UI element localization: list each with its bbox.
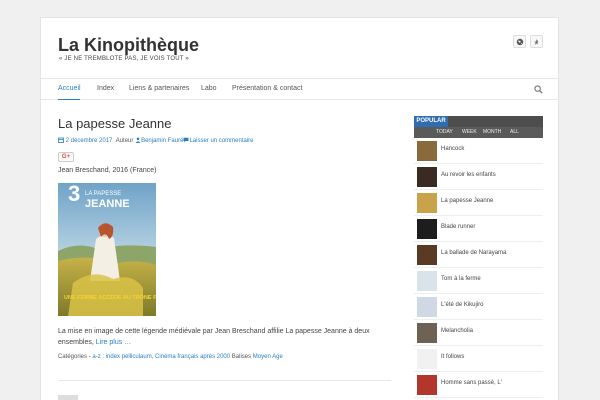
popular-thumbnail[interactable] — [417, 271, 437, 291]
post-separator — [58, 380, 391, 381]
popular-list: Hancock Au revoir les enfants La papesse J… — [414, 138, 543, 398]
tab-today[interactable]: TODAY — [436, 129, 453, 135]
nav-active-indicator — [58, 99, 80, 100]
poster-top-text: LA PAPESSE — [85, 191, 121, 197]
popular-item-title[interactable]: It follows — [441, 354, 464, 360]
popular-item[interactable]: La ballade de Narayama — [414, 242, 543, 268]
tags-label: Balises — [231, 354, 252, 360]
popular-label[interactable]: POPULAR — [414, 116, 448, 127]
popular-thumbnail[interactable] — [417, 167, 437, 187]
popular-item[interactable]: Au revoir les enfants — [414, 164, 543, 190]
page-container: La Kinopithèque « JE NE TREMBLOTE PAS, J… — [40, 17, 559, 400]
film-credit: Jean Breschand, 2016 (France) — [58, 167, 157, 174]
main-nav: Accueil Index Liens & partenaires Labo P… — [41, 78, 558, 100]
popular-item-title[interactable]: L'été de Kikujiro — [441, 302, 484, 308]
popular-widget: POPULAR TODAY WEEK MONTH ALL Hancock Au r… — [414, 116, 543, 400]
author-link[interactable]: Benjamin Fauré — [141, 138, 183, 144]
post-title[interactable]: La papesse Jeanne — [58, 116, 171, 131]
popular-item-title[interactable]: La ballade de Narayama — [441, 250, 506, 256]
popular-item-title[interactable]: Au revoir les enfants — [441, 172, 496, 178]
popular-thumbnail[interactable] — [417, 297, 437, 317]
pin-icon[interactable] — [530, 35, 543, 48]
site-title[interactable]: La Kinopithèque — [58, 35, 199, 56]
search-icon[interactable] — [534, 85, 543, 94]
calendar-icon — [58, 137, 64, 143]
popular-thumbnail[interactable] — [417, 193, 437, 213]
popular-item[interactable]: Blade runner — [414, 216, 543, 242]
nav-item-presentation[interactable]: Présentation & contact — [232, 85, 302, 92]
popular-thumbnail[interactable] — [417, 323, 437, 343]
popular-item[interactable]: La papesse Jeanne — [414, 190, 543, 216]
popular-item[interactable]: Homme sans passé, L' — [414, 372, 543, 398]
post-meta: 2 décembre 2017 Auteur Benjamin Fauré Lai… — [58, 137, 253, 144]
site-description: « JE NE TREMBLOTE PAS, JE VOIS TOUT » — [59, 56, 189, 62]
nav-item-labo[interactable]: Labo — [201, 85, 217, 92]
popular-item-title[interactable]: Tom à la ferme — [441, 276, 481, 282]
popular-thumbnail[interactable] — [417, 219, 437, 239]
popular-item[interactable]: Melancholia — [414, 320, 543, 346]
post-categories: Catégories - a-z : index pelliculaum, Ci… — [58, 354, 283, 360]
post-date[interactable]: 2 décembre 2017 — [66, 138, 113, 144]
popular-item-title[interactable]: Hancock — [441, 146, 464, 152]
popular-item[interactable]: Hancock — [414, 138, 543, 164]
categories-links[interactable]: a-z : index pelliculaum, Cinéma français… — [92, 354, 230, 360]
comments-link[interactable]: Laisser un commentaire — [189, 138, 253, 144]
popular-item-title[interactable]: Melancholia — [441, 328, 473, 334]
popular-item[interactable]: It follows — [414, 346, 543, 372]
popular-item-title[interactable]: Blade runner — [441, 224, 475, 230]
film-poster[interactable]: 3 LA PAPESSE JEANNE UNE FEMME ACCÈDE AU … — [58, 183, 156, 316]
popular-thumbnail[interactable] — [417, 349, 437, 369]
globe-icon[interactable] — [513, 35, 526, 48]
author-prefix: Auteur — [115, 138, 134, 144]
popular-header: POPULAR — [414, 116, 543, 127]
popular-tabs: TODAY WEEK MONTH ALL — [414, 127, 543, 138]
popular-item-title[interactable]: La papesse Jeanne — [441, 198, 493, 204]
nav-item-liens[interactable]: Liens & partenaires — [129, 85, 189, 92]
nav-item-index[interactable]: Index — [97, 85, 114, 92]
popular-thumbnail[interactable] — [417, 375, 437, 395]
nav-item-accueil[interactable]: Accueil — [58, 85, 81, 92]
popular-thumbnail[interactable] — [417, 141, 437, 161]
poster-name: JEANNE — [85, 198, 130, 210]
categories-label: Catégories - — [58, 354, 91, 360]
tags-link[interactable]: Moyen Age — [253, 354, 283, 360]
popular-thumbnail[interactable] — [417, 245, 437, 265]
popular-item[interactable]: L'été de Kikujiro — [414, 294, 543, 320]
popular-item-title[interactable]: Homme sans passé, L' — [441, 380, 502, 386]
poster-tagline: UNE FEMME ACCÈDE AU TRÔNE PAPAL ? — [64, 293, 156, 301]
popular-item[interactable]: Tom à la ferme — [414, 268, 543, 294]
read-more-link[interactable]: Lire plus … — [96, 339, 131, 346]
poster-number: 3 — [68, 183, 80, 206]
post-excerpt: La mise en image de cette légende médiév… — [58, 326, 398, 348]
google-plus-button[interactable]: G+ — [58, 152, 74, 162]
tab-week[interactable]: WEEK — [462, 129, 477, 135]
next-post-preview — [58, 395, 78, 400]
tab-all[interactable]: ALL — [510, 129, 519, 135]
tab-month[interactable]: MONTH — [483, 129, 501, 135]
